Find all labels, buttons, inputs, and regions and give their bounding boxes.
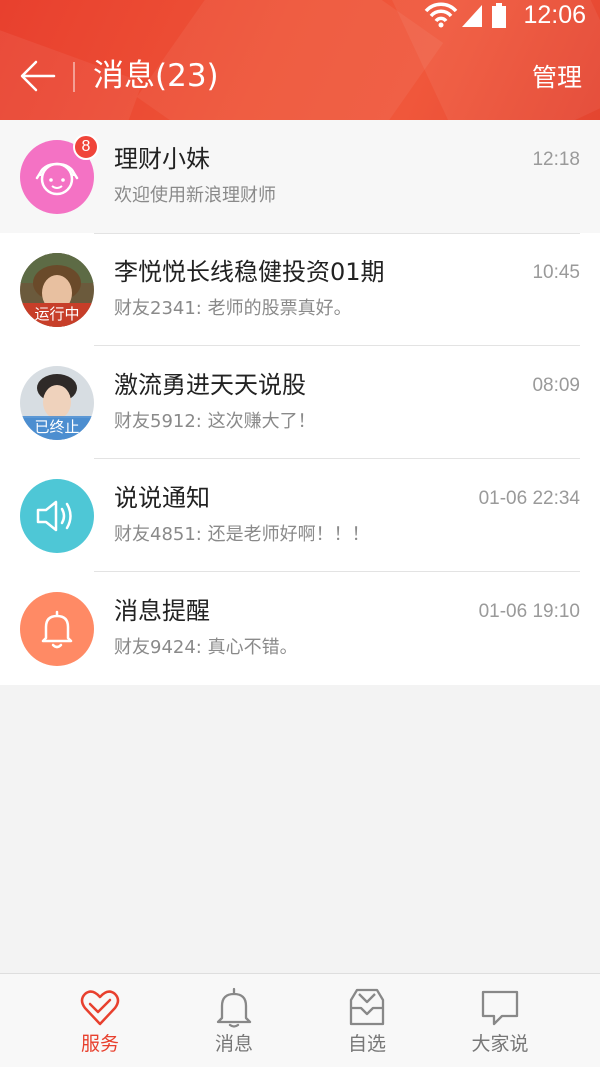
bell-icon xyxy=(41,610,73,649)
divider xyxy=(94,233,580,234)
wifi-icon xyxy=(424,2,458,28)
conversation-title: 说说通知 xyxy=(114,484,210,512)
avatar-tag: 运行中 xyxy=(20,303,94,327)
battery-icon xyxy=(492,3,506,28)
conversation-time: 08:09 xyxy=(532,375,580,396)
tab-label: 消息 xyxy=(214,1033,253,1055)
bottom-tab-bar: 服务 消息 自选 大家说 xyxy=(0,973,600,1067)
tab-service[interactable]: 服务 xyxy=(25,974,175,1067)
back-button[interactable] xyxy=(20,58,56,94)
conversation-time: 10:45 xyxy=(532,262,580,283)
chat-bubble-icon xyxy=(481,990,519,1026)
conversation-preview: 财友4851: 还是老师好啊！！！ xyxy=(114,524,370,545)
status-time: 12:06 xyxy=(523,1,586,29)
status-bar: 12:06 xyxy=(0,0,600,30)
conversation-time: 01-06 19:10 xyxy=(478,601,580,622)
conversation-time: 01-06 22:34 xyxy=(478,488,580,509)
avatar: 已终止 xyxy=(20,366,94,440)
heart-hand-icon xyxy=(80,990,120,1026)
avatar-tag: 已终止 xyxy=(20,416,94,440)
tab-messages[interactable]: 消息 xyxy=(159,974,309,1067)
conversation-preview: 财友2341: 老师的股票真好。 xyxy=(114,298,352,319)
list-item[interactable]: 运行中 李悦悦长线稳健投资01期 财友2341: 老师的股票真好。 10:45 xyxy=(0,233,600,346)
tab-community[interactable]: 大家说 xyxy=(425,974,575,1067)
status-icons xyxy=(424,2,514,28)
nav-divider xyxy=(73,62,75,92)
conversation-preview: 财友9424: 真心不错。 xyxy=(114,637,298,658)
inbox-icon xyxy=(349,988,385,1026)
manage-button[interactable]: 管理 xyxy=(532,60,582,96)
signal-icon xyxy=(462,5,482,27)
list-item[interactable]: 8 理财小妹 欢迎使用新浪理财师 12:18 xyxy=(0,120,600,233)
tab-label: 大家说 xyxy=(471,1033,529,1055)
conversation-title: 李悦悦长线稳健投资01期 xyxy=(114,258,385,286)
tab-label: 服务 xyxy=(80,1033,119,1055)
list-item[interactable]: 已终止 激流勇进天天说股 财友5912: 这次赚大了！ 08:09 xyxy=(0,346,600,459)
app-header: 12:06 消息(23) 管理 xyxy=(0,0,600,120)
conversation-preview: 财友5912: 这次赚大了！ xyxy=(114,411,316,432)
list-item[interactable]: 消息提醒 财友9424: 真心不错。 01-06 19:10 xyxy=(0,572,600,685)
page-title: 消息(23) xyxy=(93,58,219,94)
tab-label: 自选 xyxy=(347,1033,386,1055)
conversation-title: 消息提醒 xyxy=(114,597,210,625)
bell-icon xyxy=(216,987,252,1028)
unread-badge: 8 xyxy=(73,134,99,160)
tab-watchlist[interactable]: 自选 xyxy=(292,974,442,1067)
avatar xyxy=(20,479,94,553)
conversation-title: 理财小妹 xyxy=(114,145,210,173)
conversation-list: 8 理财小妹 欢迎使用新浪理财师 12:18 运行中 李悦悦长线稳健投资01期 … xyxy=(0,120,600,685)
list-item[interactable]: 说说通知 财友4851: 还是老师好啊！！！ 01-06 22:34 xyxy=(0,459,600,572)
arrow-left-icon xyxy=(20,60,56,92)
conversation-title: 激流勇进天天说股 xyxy=(114,371,306,399)
conversation-preview: 欢迎使用新浪理财师 xyxy=(114,185,276,206)
nav-bar: 消息(23) 管理 xyxy=(0,40,600,116)
speaker-icon xyxy=(36,500,72,532)
conversation-time: 12:18 xyxy=(532,149,580,170)
avatar xyxy=(20,592,94,666)
avatar: 运行中 xyxy=(20,253,94,327)
